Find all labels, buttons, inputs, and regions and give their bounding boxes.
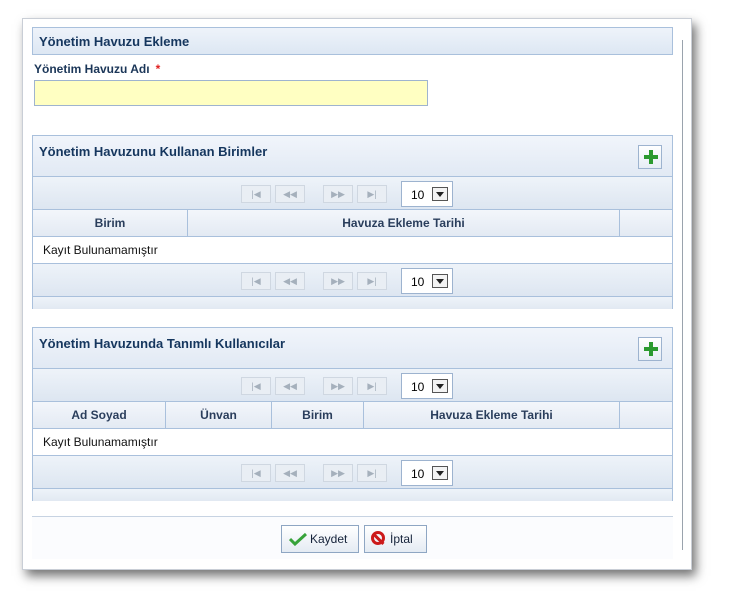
first-page-button[interactable]: |◀ — [241, 464, 271, 482]
prev-page-button[interactable]: ◀◀ — [275, 464, 305, 482]
column-header-havuza-ekleme-tarihi[interactable]: Havuza Ekleme Tarihi — [188, 210, 620, 236]
units-pager-bottom: |◀ ◀◀ ▶▶ ▶| 10 — [33, 264, 672, 297]
form-title: Yönetim Havuzu Ekleme — [39, 34, 190, 49]
last-page-button[interactable]: ▶| — [357, 377, 387, 395]
cancel-button[interactable]: İptal — [364, 525, 427, 553]
users-pager-top: |◀ ◀◀ ▶▶ ▶| 10 — [33, 369, 672, 402]
cancel-icon — [371, 531, 385, 545]
scrollbar[interactable] — [682, 40, 689, 550]
column-header-unvan[interactable]: Ünvan — [166, 402, 272, 428]
next-page-button[interactable]: ▶▶ — [323, 272, 353, 290]
page-size-value: 10 — [411, 275, 425, 289]
users-grid-title: Yönetim Havuzunda Tanımlı Kullanıcılar — [39, 336, 286, 351]
next-page-button[interactable]: ▶▶ — [323, 377, 353, 395]
add-unit-button[interactable] — [638, 145, 662, 169]
page-size-value: 10 — [411, 188, 425, 202]
save-label: Kaydet — [310, 532, 348, 546]
users-grid-footer — [33, 489, 672, 501]
column-header-spacer — [620, 210, 672, 236]
prev-page-button[interactable]: ◀◀ — [275, 377, 305, 395]
users-pager-bottom: |◀ ◀◀ ▶▶ ▶| 10 — [33, 456, 672, 489]
pool-name-label-text: Yönetim Havuzu Adı — [34, 62, 150, 76]
cancel-label: İptal — [390, 532, 413, 546]
form-title-bar: Yönetim Havuzu Ekleme — [32, 27, 673, 55]
add-user-button[interactable] — [638, 337, 662, 361]
units-grid: Yönetim Havuzunu Kullanan Birimler |◀ ◀◀… — [32, 135, 673, 309]
column-header-spacer — [620, 402, 672, 428]
prev-page-button[interactable]: ◀◀ — [275, 272, 305, 290]
required-mark: * — [155, 62, 161, 76]
users-empty-row: Kayıt Bulunamamıştır — [33, 429, 672, 456]
last-page-button[interactable]: ▶| — [357, 272, 387, 290]
users-grid-header: Yönetim Havuzunda Tanımlı Kullanıcılar — [33, 328, 672, 369]
page-size-select[interactable]: 10 — [401, 373, 453, 399]
page-size-value: 10 — [411, 380, 425, 394]
first-page-button[interactable]: |◀ — [241, 272, 271, 290]
first-page-button[interactable]: |◀ — [241, 377, 271, 395]
column-header-birim[interactable]: Birim — [272, 402, 364, 428]
units-grid-footer — [33, 297, 672, 309]
empty-message: Kayıt Bulunamamıştır — [43, 243, 158, 257]
units-empty-row: Kayıt Bulunamamıştır — [33, 237, 672, 264]
column-header-havuza-ekleme-tarihi[interactable]: Havuza Ekleme Tarihi — [364, 402, 620, 428]
save-button[interactable]: Kaydet — [281, 525, 359, 553]
last-page-button[interactable]: ▶| — [357, 464, 387, 482]
units-grid-title: Yönetim Havuzunu Kullanan Birimler — [39, 144, 268, 159]
prev-page-button[interactable]: ◀◀ — [275, 185, 305, 203]
users-grid: Yönetim Havuzunda Tanımlı Kullanıcılar |… — [32, 327, 673, 501]
units-table-header: Birim Havuza Ekleme Tarihi — [33, 210, 672, 237]
dropdown-arrow-icon[interactable] — [432, 379, 448, 393]
users-table-header: Ad Soyad Ünvan Birim Havuza Ekleme Tarih… — [33, 402, 672, 429]
column-header-birim[interactable]: Birim — [33, 210, 188, 236]
next-page-button[interactable]: ▶▶ — [323, 464, 353, 482]
first-page-button[interactable]: |◀ — [241, 185, 271, 203]
check-icon — [289, 532, 307, 546]
last-page-button[interactable]: ▶| — [357, 185, 387, 203]
next-page-button[interactable]: ▶▶ — [323, 185, 353, 203]
action-bar: Kaydet İptal — [32, 516, 673, 559]
pool-name-input[interactable] — [34, 80, 428, 106]
units-pager-top: |◀ ◀◀ ▶▶ ▶| 10 — [33, 177, 672, 210]
units-grid-header: Yönetim Havuzunu Kullanan Birimler — [33, 136, 672, 177]
page-size-select[interactable]: 10 — [401, 460, 453, 486]
column-header-ad-soyad[interactable]: Ad Soyad — [33, 402, 166, 428]
page-size-value: 10 — [411, 467, 425, 481]
dropdown-arrow-icon[interactable] — [432, 187, 448, 201]
page-size-select[interactable]: 10 — [401, 181, 453, 207]
pool-name-label: Yönetim Havuzu Adı * — [34, 62, 160, 76]
dropdown-arrow-icon[interactable] — [432, 274, 448, 288]
page-size-select[interactable]: 10 — [401, 268, 453, 294]
dropdown-arrow-icon[interactable] — [432, 466, 448, 480]
empty-message: Kayıt Bulunamamıştır — [43, 435, 158, 449]
